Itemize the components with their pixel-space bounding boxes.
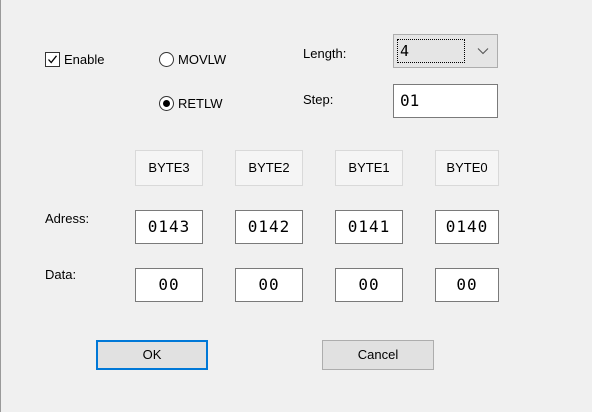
radio-retlw-label: RETLW xyxy=(178,95,223,111)
step-field[interactable]: 01 xyxy=(393,84,498,118)
radio-circle-retlw[interactable] xyxy=(159,95,174,111)
radio-movlw[interactable]: MOVLW xyxy=(159,50,226,68)
checkmark-icon xyxy=(48,54,58,64)
length-value: 4 xyxy=(397,39,465,63)
byte-header: BYTE3 xyxy=(135,150,203,186)
data-label: Data: xyxy=(45,267,77,282)
length-dropdown[interactable]: 4 xyxy=(393,34,498,68)
address-field[interactable]: 0143 xyxy=(135,210,203,244)
byte-header: BYTE2 xyxy=(235,150,303,186)
dialog: Enable MOVLW RETLW Length: 4 Step: 01 BY… xyxy=(0,0,592,412)
checkbox-box[interactable] xyxy=(45,51,60,67)
address-label: Adress: xyxy=(45,211,90,226)
data-field[interactable]: 00 xyxy=(235,268,303,302)
radio-movlw-label: MOVLW xyxy=(178,51,227,67)
ok-button[interactable]: OK xyxy=(96,340,208,370)
byte-header: BYTE1 xyxy=(335,150,403,186)
cancel-button[interactable]: Cancel xyxy=(322,340,434,370)
radio-retlw[interactable]: RETLW xyxy=(159,94,223,112)
byte-header: BYTE0 xyxy=(435,150,499,186)
data-field[interactable]: 00 xyxy=(335,268,403,302)
radio-circle-movlw[interactable] xyxy=(159,51,174,67)
length-label: Length: xyxy=(303,46,347,61)
address-field[interactable]: 0142 xyxy=(235,210,303,244)
data-field[interactable]: 00 xyxy=(435,268,499,302)
radio-selected-dot xyxy=(163,99,170,107)
enable-checkbox[interactable]: Enable xyxy=(45,50,104,68)
enable-label: Enable xyxy=(64,51,105,67)
address-field[interactable]: 0140 xyxy=(435,210,499,244)
data-field[interactable]: 00 xyxy=(135,268,203,302)
step-label: Step: xyxy=(303,92,334,107)
address-field[interactable]: 0141 xyxy=(335,210,403,244)
chevron-down-icon xyxy=(477,48,489,55)
